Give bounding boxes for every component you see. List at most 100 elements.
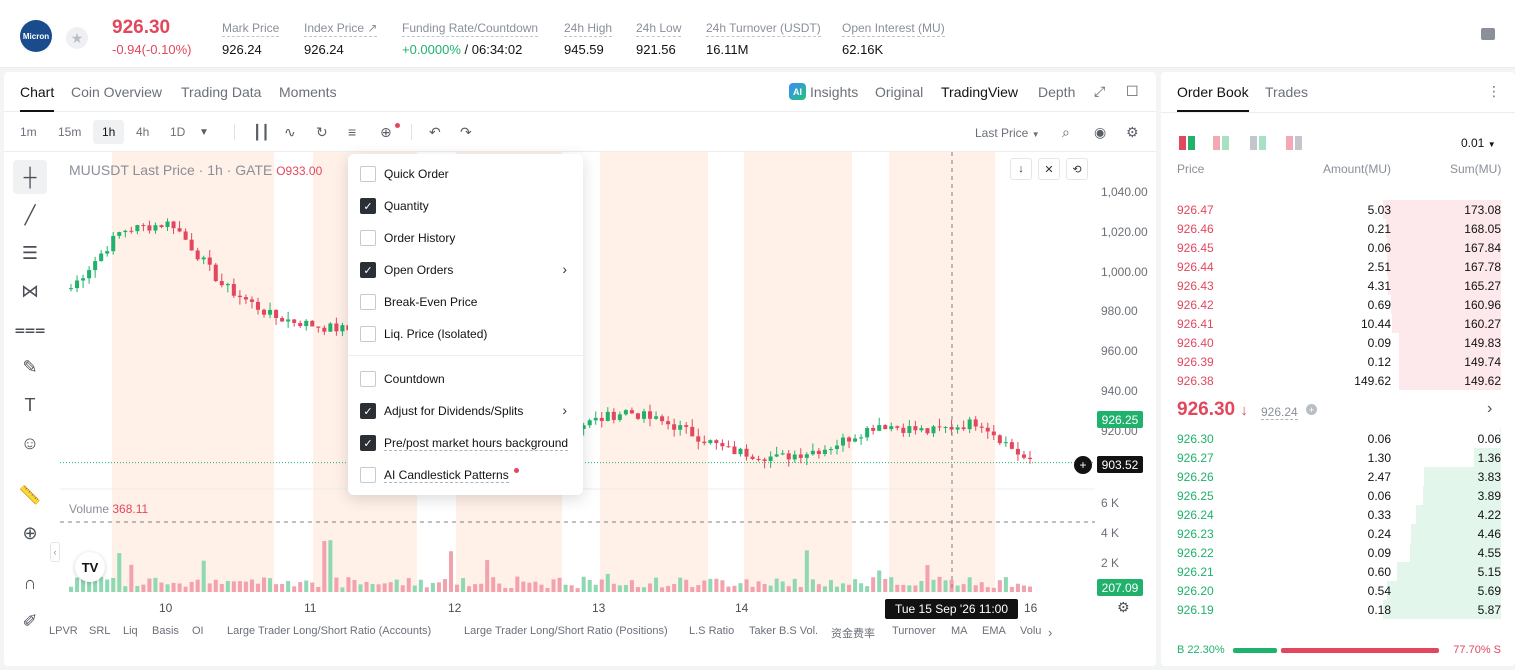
orderbook-row[interactable]: 926.47 5.03 173.08 [1177,200,1501,219]
info-icon[interactable]: + [1306,404,1317,415]
orderbook-row[interactable]: 926.39 0.12 149.74 [1177,352,1501,371]
orderbook-row[interactable]: 926.27 1.30 1.36 [1177,448,1501,467]
view-asks-icon[interactable] [1213,136,1229,150]
pattern-icon[interactable]: ⋈ [13,274,47,308]
stat-label[interactable]: Funding Rate/Countdown [402,21,539,37]
checkbox[interactable] [360,166,376,182]
expand-icon[interactable]: ⤢ [1094,83,1105,100]
price-source-select[interactable]: Last Price ▼ [975,126,1040,140]
stat-label[interactable]: Open Interest (MU) [842,21,945,37]
timeframe-4h[interactable]: 4h [136,125,149,139]
search-icon[interactable]: ⌕ [1062,124,1070,141]
orderbook-row[interactable]: 926.24 0.33 4.22 [1177,505,1501,524]
indicator-ma[interactable]: MA [951,625,968,637]
indicator-ls-ratio[interactable]: L.S Ratio [689,625,734,637]
timeframe-1m[interactable]: 1m [20,125,37,139]
arrow-down-icon[interactable]: ↓ [1010,158,1032,180]
reset-icon[interactable]: ⟲ [1066,158,1088,180]
indicator-basis[interactable]: Basis [152,625,179,637]
add-alert-icon[interactable]: + [1074,456,1092,474]
indicator-lpvr[interactable]: LPVR [49,625,78,637]
timeframe-1d[interactable]: 1D [170,125,185,139]
checkbox-checked[interactable]: ✓ [360,403,376,419]
orderbook-row[interactable]: 926.43 4.31 165.27 [1177,276,1501,295]
orderbook-row[interactable]: 926.46 0.21 168.05 [1177,219,1501,238]
stat-label[interactable]: Index Price ↗ [304,21,378,37]
timeframe-1h[interactable]: 1h [93,120,125,144]
orderbook-row[interactable]: 926.40 0.09 149.83 [1177,333,1501,352]
view-tradingview[interactable]: TradingView [941,84,1018,100]
checkbox[interactable] [360,467,376,483]
tradingview-logo[interactable]: TV [75,552,105,582]
orderbook-row[interactable]: 926.38 149.62 149.62 [1177,371,1501,390]
orderbook-row[interactable]: 926.19 0.18 5.87 [1177,600,1501,619]
view-depth[interactable]: Depth [1038,84,1075,100]
timeframe-dropdown-icon[interactable]: ▼ [199,127,209,138]
chevron-right-icon[interactable]: › [1487,400,1492,418]
menu-item-ai-patterns[interactable]: AI Candlestick Patterns [348,463,583,487]
tab-trading-data[interactable]: Trading Data [181,84,261,100]
checkbox-checked[interactable]: ✓ [360,262,376,278]
checkbox[interactable] [360,230,376,246]
view-asks-only-icon[interactable] [1286,136,1302,150]
magnet-icon[interactable]: ∩ [13,566,47,600]
menu-item-liq-price[interactable]: Liq. Price (Isolated) [348,322,583,346]
crosshair-icon[interactable]: ┼ [13,160,47,194]
menu-item-order-history[interactable]: Order History [348,226,583,250]
checkbox-checked[interactable]: ✓ [360,198,376,214]
indicator-srl[interactable]: SRL [89,625,110,637]
orderbook-row[interactable]: 926.20 0.54 5.69 [1177,581,1501,600]
timeframe-15m[interactable]: 15m [58,125,81,139]
insights-button[interactable]: Insights [810,84,858,100]
tab-chart[interactable]: Chart [20,84,55,112]
template-icon[interactable]: ≡ [348,124,356,140]
orderbook-row[interactable]: 926.42 0.69 160.96 [1177,295,1501,314]
menu-item-prepost-bg[interactable]: ✓ Pre/post market hours background [348,431,583,455]
view-bids-icon[interactable] [1250,136,1266,150]
checkbox[interactable] [360,294,376,310]
checkbox[interactable] [360,371,376,387]
indicators-icon[interactable]: ∿ [284,124,296,141]
horizontal-lines-icon[interactable]: ☰ [13,236,47,270]
candle-type-icon[interactable]: ┃┃ [253,124,270,141]
orderbook-row[interactable]: 926.44 2.51 167.78 [1177,257,1501,276]
view-original[interactable]: Original [875,84,923,100]
checkbox-checked[interactable]: ✓ [360,435,376,451]
indicator-ema[interactable]: EMA [982,625,1006,637]
menu-item-quantity[interactable]: ✓ Quantity [348,194,583,218]
indicator-taker-vol[interactable]: Taker B.S Vol. [749,625,818,637]
gear-icon[interactable]: ⚙ [1126,124,1139,141]
collapse-icon[interactable]: ✕ [1038,158,1060,180]
add-icon[interactable]: ⊕ [380,124,392,141]
orderbook-row[interactable]: 926.22 0.09 4.55 [1177,543,1501,562]
chevron-right-icon[interactable]: › [1048,625,1052,640]
menu-item-open-orders[interactable]: ✓ Open Orders › [348,258,583,282]
menu-item-break-even[interactable]: Break-Even Price [348,290,583,314]
orderbook-row[interactable]: 926.21 0.60 5.15 [1177,562,1501,581]
camera-icon[interactable]: ◉ [1094,124,1106,141]
favorite-star-icon[interactable]: ★ [66,27,88,49]
book-icon[interactable] [1481,28,1495,40]
menu-item-adjust-dividends[interactable]: ✓ Adjust for Dividends/Splits › [348,399,583,423]
tab-moments[interactable]: Moments [279,84,337,100]
orderbook-row[interactable]: 926.41 10.44 160.27 [1177,314,1501,333]
settings-icon[interactable]: ⚙ [1117,599,1130,616]
orderbook-row[interactable]: 926.25 0.06 3.89 [1177,486,1501,505]
indicator-funding-rate[interactable]: 资金费率 [831,625,875,641]
precision-select[interactable]: 0.01 ▼ [1461,136,1496,150]
brush-icon[interactable]: ✎ [13,350,47,384]
trendline-icon[interactable]: ╱ [13,198,47,232]
window-icon[interactable]: ☐ [1126,83,1139,100]
tab-coin-overview[interactable]: Coin Overview [71,84,162,100]
indicator-oi[interactable]: OI [192,625,204,637]
indicator-liq[interactable]: Liq [123,625,138,637]
ruler-icon[interactable]: 📏 [13,478,47,512]
orderbook-row[interactable]: 926.26 2.47 3.83 [1177,467,1501,486]
replay-icon[interactable]: ↻ [316,124,328,141]
indicator-volume[interactable]: Volu [1020,625,1041,637]
menu-item-quick-order[interactable]: Quick Order [348,162,583,186]
collapse-left-icon[interactable]: ‹ [50,542,60,562]
indicator-ls-positions[interactable]: Large Trader Long/Short Ratio (Positions… [464,625,668,637]
view-both-icon[interactable] [1179,136,1195,150]
orderbook-row[interactable]: 926.30 0.06 0.06 [1177,429,1501,448]
